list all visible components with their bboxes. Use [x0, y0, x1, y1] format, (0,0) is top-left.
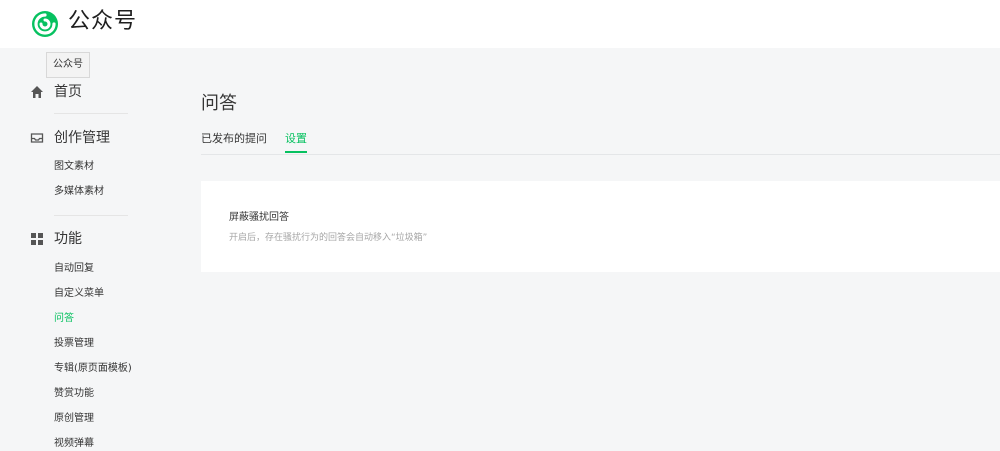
wechat-official-account-logo-icon[interactable]	[30, 9, 60, 39]
active-tab-indicator	[285, 151, 307, 153]
home-icon	[31, 86, 43, 98]
setting-title: 屏蔽骚扰回答	[229, 212, 289, 223]
sidebar-item-label: 首页	[54, 84, 82, 100]
sidebar-section-label: 功能	[54, 231, 82, 247]
tab-published-questions[interactable]: 已发布的提问	[201, 132, 267, 146]
sidebar-item-image-text-material[interactable]: 图文素材	[54, 160, 94, 174]
sidebar-item-qa[interactable]: 问答	[54, 312, 74, 326]
sidebar-item-custom-menu[interactable]: 自定义菜单	[54, 287, 104, 301]
sidebar-divider	[54, 113, 128, 114]
setting-description: 开启后，存在骚扰行为的回答会自动移入“垃圾箱”	[229, 233, 428, 243]
sidebar-item-multimedia-material[interactable]: 多媒体素材	[54, 185, 104, 199]
sidebar-item-original-management[interactable]: 原创管理	[54, 412, 94, 426]
sidebar-item-appreciation[interactable]: 赞赏功能	[54, 387, 94, 401]
tooltip: 公众号	[46, 52, 90, 78]
sidebar-divider	[54, 215, 128, 216]
sidebar-section-label: 创作管理	[54, 130, 110, 146]
sidebar-item-auto-reply[interactable]: 自动回复	[54, 262, 94, 276]
sidebar-item-vote-management[interactable]: 投票管理	[54, 337, 94, 351]
sidebar-item-album[interactable]: 专辑(原页面模板)	[54, 362, 132, 376]
top-bar: 公众号	[0, 0, 1000, 48]
tab-settings[interactable]: 设置	[285, 132, 307, 146]
page-title: 问答	[201, 93, 237, 114]
sidebar-item-video-barrage[interactable]: 视频弹幕	[54, 437, 94, 451]
tab-bar: 已发布的提问 设置	[201, 130, 1000, 155]
inbox-icon	[30, 133, 44, 143]
settings-card: 屏蔽骚扰回答 开启后，存在骚扰行为的回答会自动移入“垃圾箱”	[201, 181, 1000, 272]
app-title[interactable]: 公众号	[68, 8, 137, 36]
grid-icon	[31, 233, 43, 245]
